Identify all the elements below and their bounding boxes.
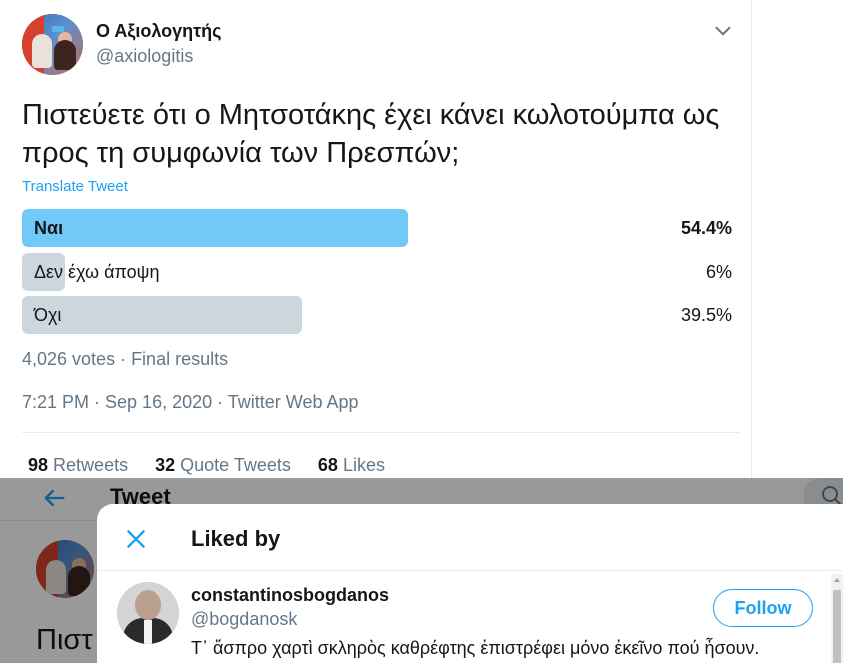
tweet-card: Ο Αξιολογητής @axiologitis Πιστεύετε ότι… bbox=[0, 0, 752, 478]
user-avatar[interactable] bbox=[117, 582, 179, 644]
poll-bar bbox=[22, 296, 302, 334]
close-icon[interactable] bbox=[123, 526, 149, 552]
poll-option-percent: 39.5% bbox=[680, 305, 732, 325]
scrollbar-thumb[interactable] bbox=[833, 590, 841, 663]
follow-button[interactable]: Follow bbox=[713, 589, 813, 627]
retweets-stat[interactable]: 98 Retweets bbox=[28, 455, 128, 476]
poll-option: Ναι 54.4% bbox=[22, 209, 732, 247]
tweet-timestamp[interactable]: 7:21 PM · Sep 16, 2020 · Twitter Web App bbox=[22, 392, 359, 413]
poll-option-label: Ναι bbox=[34, 218, 64, 238]
poll-option-label: Δεν έχω άποψη bbox=[34, 262, 160, 282]
author-avatar[interactable] bbox=[22, 14, 83, 75]
tweet-text: Πιστεύετε ότι ο Μητσοτάκης έχει κάνει κω… bbox=[22, 99, 720, 169]
poll-bar bbox=[22, 209, 408, 247]
chevron-down-icon bbox=[715, 26, 731, 36]
author-display-name[interactable]: Ο Αξιολογητής bbox=[96, 21, 222, 42]
divider bbox=[97, 570, 843, 571]
poll-option-percent: 6% bbox=[705, 262, 732, 282]
liked-by-modal: Liked by constantinosbogdanos @bogdanosk… bbox=[97, 504, 843, 663]
author-handle[interactable]: @axiologitis bbox=[96, 46, 193, 67]
quote-tweets-stat[interactable]: 32 Quote Tweets bbox=[155, 455, 291, 476]
modal-title: Liked by bbox=[191, 526, 281, 551]
poll-option-percent: 54.4% bbox=[680, 218, 732, 238]
user-bio: Τ᾽ ἄσπρο χαρτὶ σκληρὸς καθρέφτης ἐπιστρέ… bbox=[191, 638, 760, 658]
poll-option-label: Όχι bbox=[34, 305, 62, 325]
translate-tweet-link[interactable]: Translate Tweet bbox=[22, 178, 128, 195]
likes-stat[interactable]: 68 Likes bbox=[318, 455, 385, 476]
poll-option: Δεν έχω άποψη 6% bbox=[22, 253, 732, 291]
tweet-stats: 98 Retweets 32 Quote Tweets 68 Likes bbox=[28, 455, 407, 476]
user-handle[interactable]: @bogdanosk bbox=[191, 609, 297, 630]
tweet-menu-button[interactable] bbox=[710, 18, 736, 44]
user-display-name[interactable]: constantinosbogdanos bbox=[191, 585, 389, 606]
divider bbox=[22, 432, 740, 433]
scroll-up-arrow-icon[interactable] bbox=[833, 576, 841, 584]
poll-results-meta: 4,026 votes · Final results bbox=[22, 349, 229, 369]
poll-option: Όχι 39.5% bbox=[22, 296, 732, 334]
